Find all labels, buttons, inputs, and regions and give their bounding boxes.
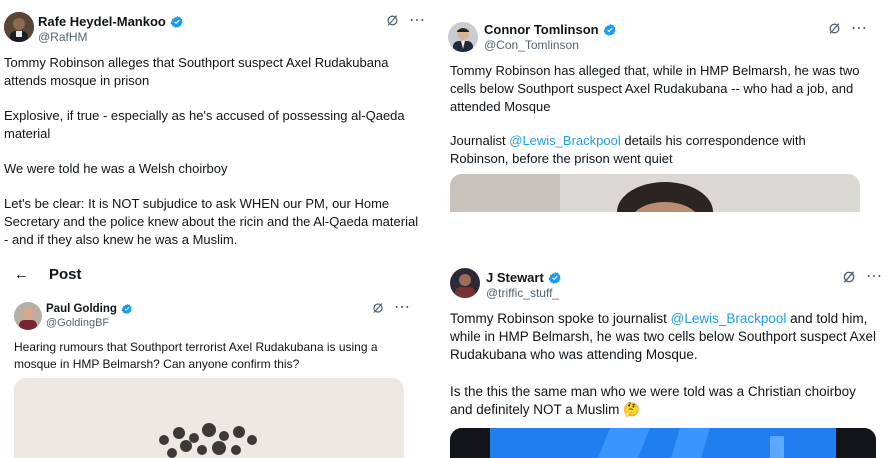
tweet-text: Tommy Robinson has alleged that, while i… — [450, 62, 866, 168]
avatar-image — [4, 12, 34, 42]
handle[interactable]: @Con_Tomlinson — [484, 38, 579, 52]
tweet-paragraph: Explosive, if true - especially as he's … — [4, 108, 405, 141]
tweet-paragraph: Let's be clear: It is NOT subjudice to a… — [4, 196, 419, 247]
display-name-text: J Stewart — [486, 270, 544, 285]
handle[interactable]: @GoldingBF — [46, 317, 109, 329]
tweet-card-3: ← Post Paul Golding @GoldingBF ⋯ Hearing… — [0, 262, 430, 458]
tweet-media[interactable] — [450, 174, 860, 212]
tweet-media[interactable] — [14, 378, 404, 458]
tweet-tools: ⋯ — [386, 12, 426, 28]
more-icon[interactable]: ⋯ — [394, 300, 411, 316]
display-name[interactable]: Paul Golding — [46, 303, 133, 315]
handle[interactable]: @RafHM — [38, 30, 88, 44]
verified-badge-icon — [548, 271, 562, 285]
media-image — [450, 174, 860, 212]
display-name-text: Paul Golding — [46, 303, 117, 315]
verified-badge-icon — [603, 23, 617, 37]
text-segment: Journalist — [450, 133, 510, 148]
back-arrow-icon[interactable]: ← — [14, 266, 29, 283]
avatar[interactable] — [14, 302, 42, 330]
display-name-text: Connor Tomlinson — [484, 22, 599, 37]
display-name[interactable]: Rafe Heydel-Mankoo — [38, 14, 184, 29]
grok-icon[interactable] — [828, 22, 841, 35]
tweet-paragraph: Tommy Robinson has alleged that, while i… — [450, 63, 860, 114]
more-icon[interactable]: ⋯ — [851, 20, 868, 36]
display-name[interactable]: Connor Tomlinson — [484, 22, 617, 37]
avatar[interactable] — [448, 22, 478, 52]
mention-link[interactable]: @Lewis_Brackpool — [671, 311, 787, 326]
handle[interactable]: @triffic_stuff_ — [486, 286, 559, 300]
more-icon[interactable]: ⋯ — [409, 12, 426, 28]
tweet-card-1: Rafe Heydel-Mankoo @RafHM ⋯ Tommy Robins… — [0, 0, 428, 252]
more-icon[interactable]: ⋯ — [866, 269, 883, 285]
verified-badge-icon — [170, 15, 184, 29]
media-image — [14, 378, 404, 458]
avatar[interactable] — [4, 12, 34, 42]
tweet-paragraph: Tommy Robinson spoke to journalist @Lewi… — [450, 310, 880, 364]
tweet-card-2: Connor Tomlinson @Con_Tomlinson ⋯ Tommy … — [440, 0, 872, 212]
avatar-image — [14, 302, 42, 330]
grok-icon[interactable] — [842, 270, 856, 284]
tweet-paragraph: Journalist @Lewis_Brackpool details his … — [450, 132, 866, 168]
verified-badge-icon — [121, 303, 133, 315]
tweet-text: Hearing rumours that Southport terrorist… — [14, 339, 406, 373]
grok-icon[interactable] — [386, 14, 399, 27]
tweet-text: Tommy Robinson spoke to journalist @Lewi… — [450, 310, 880, 419]
tweet-media[interactable] — [450, 428, 876, 458]
tweet-paragraph: Hearing rumours that Southport terrorist… — [14, 340, 378, 371]
tweet-tools: ⋯ — [842, 269, 883, 285]
media-image — [450, 428, 876, 458]
mention-link[interactable]: @Lewis_Brackpool — [509, 133, 620, 148]
display-name-text: Rafe Heydel-Mankoo — [38, 14, 166, 29]
avatar-image — [450, 268, 480, 298]
text-segment: Tommy Robinson spoke to journalist — [450, 311, 671, 326]
tweet-paragraph: We were told he was a Welsh choirboy — [4, 161, 228, 176]
avatar[interactable] — [450, 268, 480, 298]
avatar-image — [448, 22, 478, 52]
page-title: Post — [49, 266, 82, 283]
post-header: ← Post — [14, 266, 82, 283]
tweet-text: Tommy Robinson alleges that Southport su… — [4, 54, 420, 249]
tweet-tools: ⋯ — [828, 20, 868, 36]
tweet-card-4: J Stewart @triffic_stuff_ ⋯ Tommy Robins… — [440, 262, 888, 458]
tweet-paragraph: Tommy Robinson alleges that Southport su… — [4, 55, 389, 88]
grok-icon[interactable] — [372, 302, 384, 314]
display-name[interactable]: J Stewart — [486, 270, 562, 285]
tweet-tools: ⋯ — [372, 300, 411, 316]
tweet-paragraph: Is the this the same man who we were tol… — [450, 384, 856, 417]
